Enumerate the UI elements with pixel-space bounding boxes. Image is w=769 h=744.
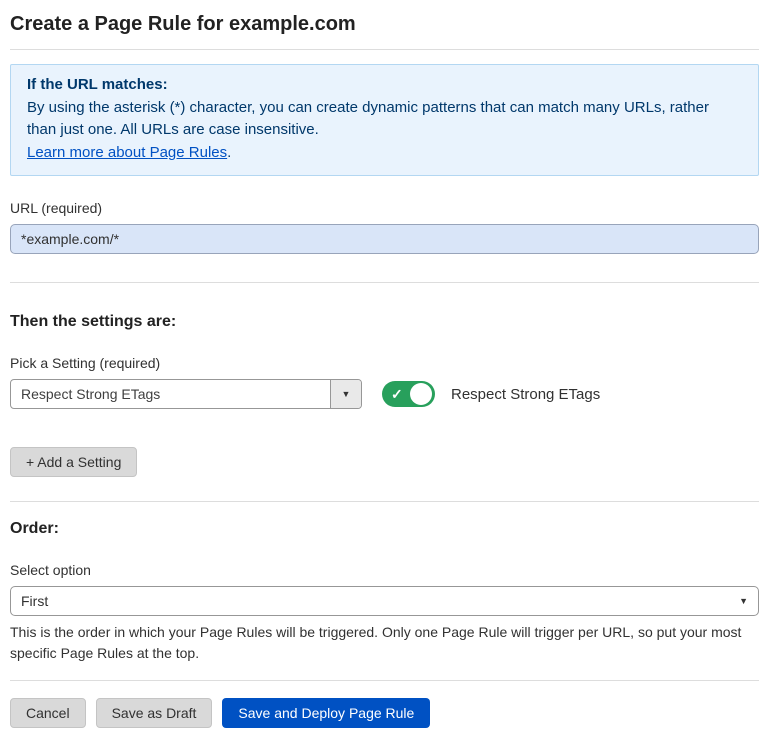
- divider-before-actions: [10, 680, 759, 681]
- learn-more-link[interactable]: Learn more about Page Rules: [27, 144, 227, 161]
- order-select-label: Select option: [10, 562, 759, 578]
- check-icon: ✓: [391, 384, 403, 404]
- order-help-text: This is the order in which your Page Rul…: [10, 622, 759, 664]
- info-box-heading: If the URL matches:: [27, 74, 742, 97]
- page-title: Create a Page Rule for example.com: [10, 0, 759, 49]
- chevron-down-icon[interactable]: ▼: [330, 380, 361, 408]
- link-period: .: [227, 144, 231, 161]
- info-link-row: Learn more about Page Rules.: [27, 142, 742, 165]
- add-setting-button[interactable]: + Add a Setting: [10, 447, 137, 477]
- order-select-value: First: [21, 593, 48, 609]
- save-draft-button[interactable]: Save as Draft: [96, 698, 213, 728]
- pick-setting-label: Pick a Setting (required): [10, 355, 759, 371]
- page-rule-form: Create a Page Rule for example.com If th…: [0, 0, 769, 744]
- url-input[interactable]: [10, 224, 759, 254]
- url-label: URL (required): [10, 200, 759, 216]
- save-deploy-button[interactable]: Save and Deploy Page Rule: [222, 698, 430, 728]
- order-select[interactable]: First ▼: [10, 586, 759, 616]
- divider-after-url: [10, 282, 759, 283]
- setting-dropdown[interactable]: Respect Strong ETags ▼: [10, 379, 362, 409]
- action-bar: Cancel Save as Draft Save and Deploy Pag…: [10, 698, 759, 744]
- url-match-info-box: If the URL matches: By using the asteris…: [10, 64, 759, 176]
- etags-toggle[interactable]: ✓: [382, 381, 435, 407]
- setting-row: Respect Strong ETags ▼ ✓ Respect Strong …: [10, 379, 759, 409]
- settings-heading: Then the settings are:: [10, 313, 759, 331]
- toggle-label: Respect Strong ETags: [451, 386, 600, 403]
- setting-dropdown-value: Respect Strong ETags: [11, 380, 330, 408]
- order-heading: Order:: [10, 520, 759, 538]
- divider-under-title: [10, 49, 759, 50]
- cancel-button[interactable]: Cancel: [10, 698, 86, 728]
- chevron-down-icon: ▼: [739, 596, 748, 606]
- toggle-knob: [410, 383, 432, 405]
- divider-before-order: [10, 501, 759, 502]
- info-box-body: By using the asterisk (*) character, you…: [27, 97, 742, 142]
